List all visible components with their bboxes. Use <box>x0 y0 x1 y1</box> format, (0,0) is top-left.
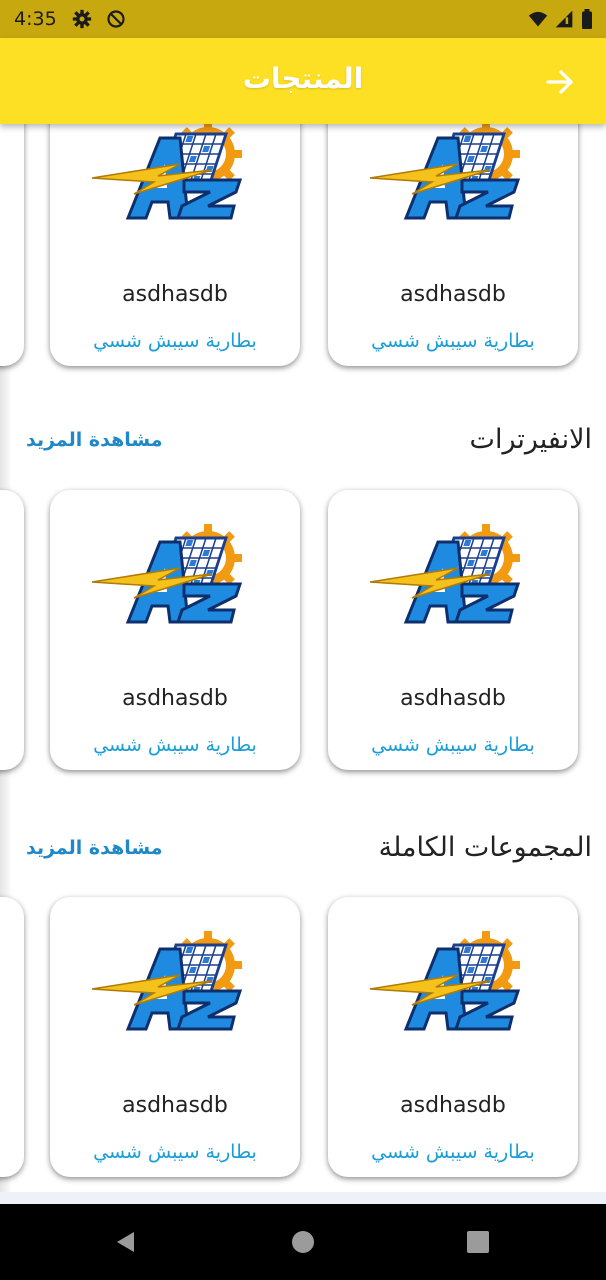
brand-logo-image <box>366 524 536 634</box>
product-category: بطارية سيبش شسي <box>371 734 535 756</box>
brand-logo-image <box>366 931 536 1041</box>
do-not-disturb-icon <box>107 10 125 28</box>
product-category: بطارية سيبش شسي <box>93 330 257 352</box>
recents-square-icon[interactable] <box>466 1230 490 1254</box>
product-name: asdhasdb <box>400 282 506 307</box>
see-more-link[interactable]: مشاهدة المزيد <box>26 429 163 451</box>
status-time: 4:35 <box>14 8 57 30</box>
section-title: المجموعات الكاملة <box>378 832 592 863</box>
bottom-divider <box>0 1192 606 1204</box>
home-circle-icon[interactable] <box>291 1230 315 1254</box>
product-card[interactable]: asdhasdb بطارية سيبش شسي <box>50 124 300 366</box>
product-name: asdhasdb <box>400 686 506 711</box>
back-triangle-icon[interactable] <box>114 1230 138 1254</box>
product-card[interactable]: asdhasdb بطارية سيبش شسي <box>328 897 578 1177</box>
product-card[interactable]: asdhasdb بطارية سيبش شسي <box>50 897 300 1177</box>
system-nav-bar <box>0 1204 606 1280</box>
product-card[interactable]: asdhasdb بطارية سيبش شسي <box>328 124 578 366</box>
wifi-icon <box>528 11 548 27</box>
brand-logo-image <box>366 124 536 230</box>
product-name: asdhasdb <box>400 1093 506 1118</box>
product-name: asdhasdb <box>122 686 228 711</box>
brand-logo-image <box>88 931 258 1041</box>
page-title: المنتجات <box>242 62 364 95</box>
product-name: asdhasdb <box>122 282 228 307</box>
arrow-right-icon[interactable] <box>544 66 576 98</box>
product-category: بطارية سيبش شسي <box>371 1141 535 1163</box>
see-more-link[interactable]: مشاهدة المزيد <box>26 837 163 859</box>
battery-icon <box>582 9 592 29</box>
product-category: بطارية سيبش شسي <box>93 1141 257 1163</box>
status-bar: 4:35 <box>0 0 606 38</box>
app-bar: المنتجات <box>0 38 606 124</box>
gear-icon <box>72 9 92 29</box>
product-card-partial[interactable] <box>0 490 24 770</box>
product-card[interactable]: asdhasdb بطارية سيبش شسي <box>328 490 578 770</box>
product-category: بطارية سيبش شسي <box>93 734 257 756</box>
product-card-partial[interactable] <box>0 897 24 1177</box>
products-list[interactable]: asdhasdb بطارية سيبش شسي asdhasdb بطارية… <box>0 124 606 1196</box>
signal-icon <box>555 10 573 28</box>
product-card-partial[interactable] <box>0 124 24 366</box>
brand-logo-image <box>88 124 258 230</box>
product-category: بطارية سيبش شسي <box>371 330 535 352</box>
section-title: الانفيرترات <box>469 424 592 455</box>
brand-logo-image <box>88 524 258 634</box>
product-name: asdhasdb <box>122 1093 228 1118</box>
product-card[interactable]: asdhasdb بطارية سيبش شسي <box>50 490 300 770</box>
